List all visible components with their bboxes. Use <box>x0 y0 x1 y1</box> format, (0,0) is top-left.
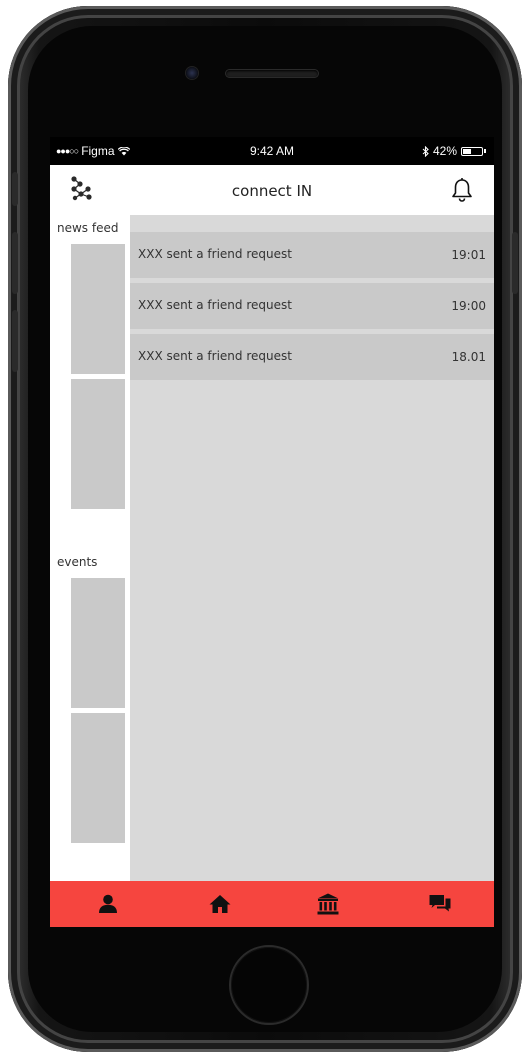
event-card[interactable] <box>71 713 125 843</box>
chat-icon[interactable] <box>428 892 452 916</box>
battery-level <box>463 148 471 154</box>
notification-time: 19:01 <box>451 248 486 262</box>
front-camera <box>186 67 198 79</box>
battery-icon <box>461 146 483 156</box>
bottom-tab-bar <box>50 881 494 927</box>
profile-icon[interactable] <box>96 892 120 916</box>
notifications-panel: XXX sent a friend request 19:01 XXX sent… <box>130 215 494 881</box>
notification-text: XXX sent a friend request <box>138 349 292 363</box>
sidebar: news feed events <box>50 215 130 881</box>
notification-text: XXX sent a friend request <box>138 298 292 312</box>
phone-screen: ●●●○○ Figma 9:42 AM 42% connect IN news … <box>50 137 494 927</box>
news-feed-label: news feed <box>57 221 119 235</box>
events-label: events <box>57 555 98 569</box>
power-button <box>512 232 518 294</box>
notification-item[interactable]: XXX sent a friend request 18.01 <box>130 334 494 380</box>
news-feed-card[interactable] <box>71 244 125 374</box>
battery-percent: 42% <box>432 144 457 158</box>
mute-switch <box>12 172 18 206</box>
app-bar: connect IN <box>50 165 494 215</box>
notification-item[interactable]: XXX sent a friend request 19:01 <box>130 232 494 278</box>
earpiece-speaker <box>226 70 318 77</box>
volume-down-button <box>12 310 18 372</box>
bluetooth-icon <box>422 145 429 157</box>
event-card[interactable] <box>71 578 125 708</box>
news-feed-card[interactable] <box>71 379 125 509</box>
institution-icon[interactable] <box>316 892 340 916</box>
notification-item[interactable]: XXX sent a friend request 19:00 <box>130 283 494 329</box>
volume-up-button <box>12 232 18 294</box>
app-title: connect IN <box>231 182 313 200</box>
status-bar: ●●●○○ Figma 9:42 AM 42% <box>50 137 494 165</box>
notification-time: 19:00 <box>451 299 486 313</box>
notification-text: XXX sent a friend request <box>138 247 292 261</box>
home-icon[interactable] <box>208 892 232 916</box>
battery-tip <box>484 149 486 153</box>
status-right: 42% <box>422 144 486 158</box>
home-button[interactable] <box>229 945 309 1025</box>
notification-time: 18.01 <box>451 350 486 364</box>
bell-icon[interactable] <box>450 177 474 203</box>
